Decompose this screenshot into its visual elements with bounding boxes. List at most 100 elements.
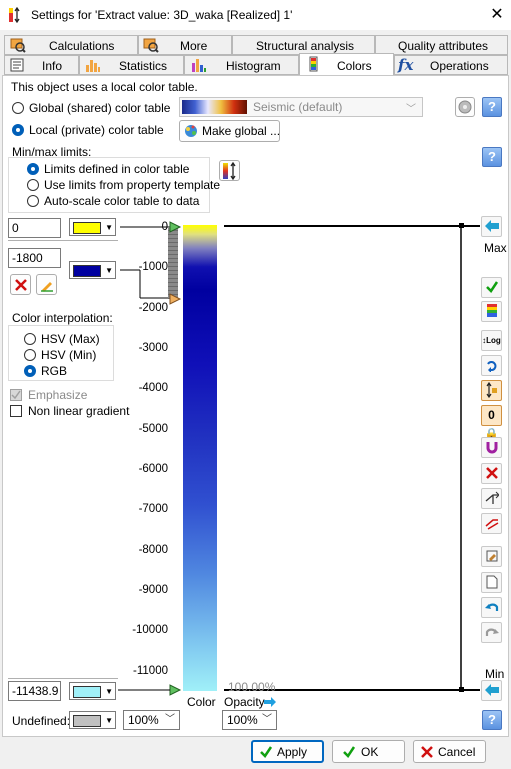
calculations-icon	[10, 37, 26, 53]
limits-slider-track[interactable]	[168, 227, 178, 299]
local-color-table-radio[interactable]	[12, 124, 24, 136]
axis-tick-label: -6000	[138, 463, 168, 475]
edit-node-button[interactable]	[36, 274, 57, 295]
min-connector	[118, 689, 170, 691]
apply-button[interactable]: Apply	[251, 740, 324, 763]
global-color-table-label: Global (shared) color table	[29, 101, 171, 115]
undo-button[interactable]	[481, 597, 502, 618]
more-icon	[143, 37, 159, 53]
remove-node-button[interactable]	[481, 513, 502, 534]
fx-icon: fx	[397, 56, 417, 74]
lock-max-button[interactable]	[481, 380, 502, 401]
magnet-button[interactable]	[481, 437, 502, 458]
tab-histogram[interactable]: Histogram	[184, 55, 299, 75]
min-value-input[interactable]	[8, 681, 61, 701]
tab-statistics[interactable]: Statistics	[79, 55, 184, 75]
interp-option: HSV (Min)	[41, 348, 97, 362]
redo-button[interactable]	[481, 622, 502, 643]
tab-label: Operations	[430, 59, 489, 73]
max-value-input[interactable]	[8, 218, 61, 238]
tab-info[interactable]: Info	[4, 55, 79, 75]
colors-icon	[306, 56, 322, 72]
axis-tick-label: -3000	[138, 342, 168, 354]
minmax-help-button[interactable]: ?	[482, 147, 502, 167]
color-table-name: Seismic (default)	[253, 100, 343, 114]
color-list-button[interactable]	[481, 301, 502, 322]
emphasize-checkbox[interactable]	[10, 389, 22, 401]
nonlinear-checkbox[interactable]	[10, 405, 22, 417]
limits-color-table-radio[interactable]	[27, 163, 39, 175]
undefined-opacity-select[interactable]: 100% ﹀	[123, 710, 180, 730]
opacity-value: 100%	[227, 713, 258, 727]
color-table-settings-button[interactable]	[455, 97, 475, 117]
undefined-color-swatch	[73, 715, 101, 727]
tab-structural-analysis[interactable]: Structural analysis	[232, 35, 375, 55]
add-node-button[interactable]	[481, 488, 502, 509]
cancel-label: Cancel	[438, 745, 476, 759]
emphasize-label: Emphasize	[28, 388, 88, 402]
tab-quality-attributes[interactable]: Quality attributes	[375, 35, 508, 55]
apply-label: Apply	[277, 745, 308, 759]
interp-option: HSV (Max)	[41, 332, 100, 346]
nonlinear-label: Non linear gradient	[28, 404, 130, 418]
axis-tick-label: -11000	[133, 665, 168, 677]
cancel-button[interactable]: Cancel	[413, 740, 486, 763]
min-color-picker[interactable]: ▼	[69, 682, 116, 700]
delete-node-button[interactable]	[10, 274, 31, 295]
axis-tick-label: -9000	[138, 584, 168, 596]
delete-all-button[interactable]	[481, 463, 502, 484]
ok-button[interactable]: OK	[332, 740, 405, 763]
set-min-button[interactable]	[481, 680, 502, 701]
tab-label: Quality attributes	[398, 39, 489, 53]
tab-label: Calculations	[49, 39, 115, 53]
opacity-percent: 100.00%	[228, 680, 276, 694]
tab-label: Histogram	[226, 59, 281, 73]
fit-limits-button[interactable]	[219, 160, 240, 181]
opacity-frame	[224, 223, 480, 692]
interp-hsv-min-radio[interactable]	[24, 349, 36, 361]
ok-label: OK	[361, 745, 379, 759]
close-button[interactable]: ✕	[486, 4, 508, 26]
tab-operations[interactable]: fx Operations	[394, 55, 508, 75]
interp-hsv-max-radio[interactable]	[24, 333, 36, 345]
local-color-table-label: Local (private) color table	[29, 123, 164, 137]
mid-slider-handle[interactable]	[169, 293, 183, 305]
max-color-swatch	[73, 222, 101, 234]
mid-value-input[interactable]	[8, 248, 61, 268]
color-table-combo[interactable]: Seismic (default) ﹀	[179, 97, 423, 117]
color-gradient-bar[interactable]	[183, 225, 217, 691]
mid-color-picker[interactable]: ▼	[69, 261, 116, 279]
tab-calculations[interactable]: Calculations	[4, 35, 138, 55]
chevron-down-icon: ﹀	[262, 714, 272, 725]
chevron-down-icon: ﹀	[406, 104, 416, 115]
limits-auto-scale-radio[interactable]	[27, 195, 39, 207]
opacity-label: Opacity	[224, 695, 265, 709]
paint-button[interactable]	[481, 546, 502, 567]
interp-rgb-radio[interactable]	[24, 365, 36, 377]
tab-label: More	[180, 39, 208, 53]
limits-property-template-radio[interactable]	[27, 179, 39, 191]
flip-button[interactable]	[481, 355, 502, 376]
set-max-button[interactable]	[481, 216, 502, 237]
max-color-picker[interactable]: ▼	[69, 218, 116, 236]
tab-more[interactable]: More	[138, 35, 232, 55]
check-button[interactable]	[481, 277, 502, 298]
opacity-select[interactable]: 100% ﹀	[222, 710, 277, 730]
max-slider-handle[interactable]	[169, 221, 183, 233]
undefined-color-picker[interactable]: ▼	[69, 711, 116, 729]
divider	[8, 240, 118, 241]
new-document-button[interactable]	[481, 572, 502, 593]
interp-option: RGB	[41, 364, 68, 378]
limits-option: Use limits from property template	[44, 178, 221, 192]
tab-colors[interactable]: Colors	[299, 53, 394, 75]
bottom-help-button[interactable]: ?	[482, 710, 502, 730]
svg-text:fx: fx	[397, 56, 414, 74]
min-label: Min	[485, 667, 505, 681]
axis-tick-label: -2000	[138, 302, 168, 314]
make-global-button[interactable]: Make global ...	[179, 120, 280, 142]
lock-zero-button[interactable]: 0🔒	[481, 405, 502, 441]
help-button[interactable]: ?	[482, 97, 502, 117]
global-color-table-radio[interactable]	[12, 102, 24, 114]
log-scale-button[interactable]: ↕Log	[481, 330, 502, 351]
min-color-swatch	[73, 686, 101, 698]
